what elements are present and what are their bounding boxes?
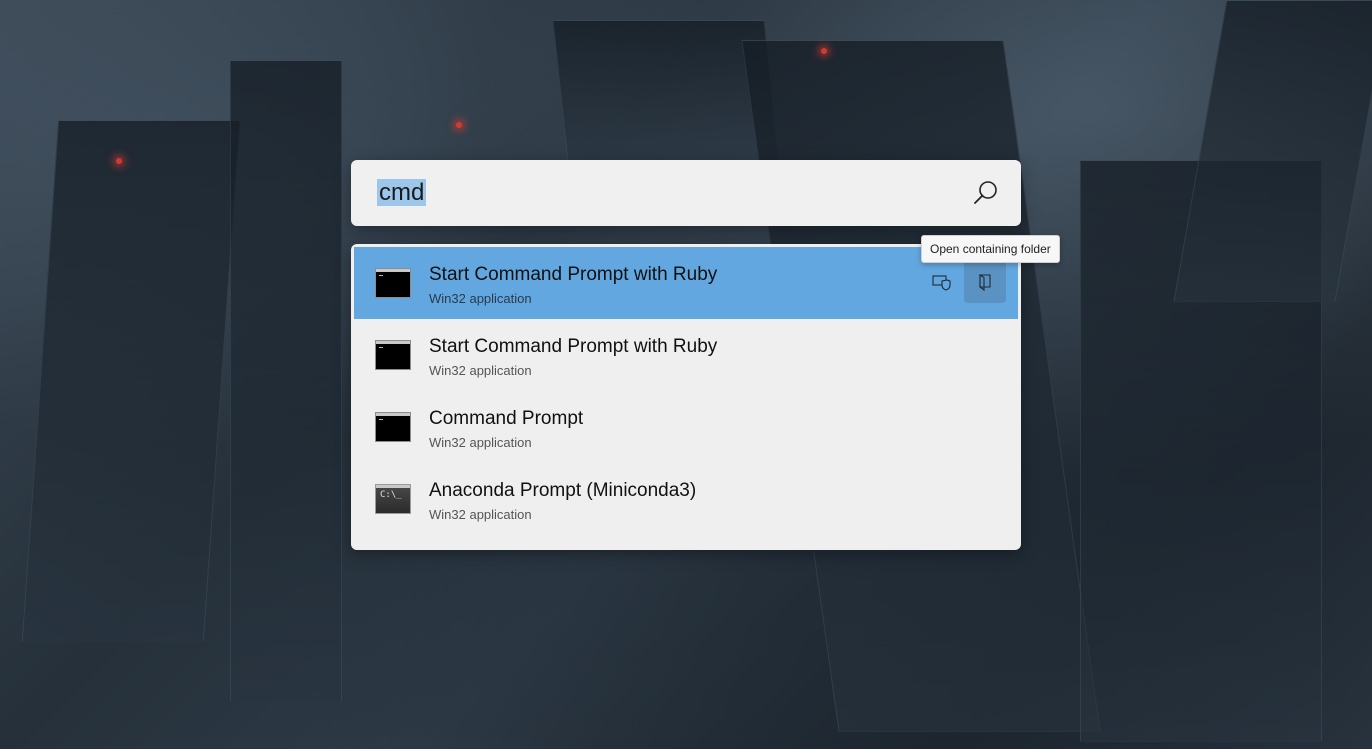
result-subtitle: Win32 application <box>429 363 532 378</box>
run-as-admin-button[interactable] <box>920 261 962 303</box>
wallpaper-light <box>821 48 827 54</box>
cmd-console-icon <box>375 340 411 370</box>
result-subtitle: Win32 application <box>429 435 532 450</box>
result-item[interactable]: Command Prompt Win32 application <box>354 391 1018 463</box>
search-query-text: cmd <box>377 179 427 206</box>
search-box[interactable]: cmd <box>351 160 1021 226</box>
anaconda-console-icon: C:\_ <box>375 484 411 514</box>
wallpaper-building <box>1173 0 1372 302</box>
shield-icon <box>932 275 951 291</box>
results-list: Start Command Prompt with Ruby Win32 app… <box>351 244 1021 550</box>
result-item[interactable]: C:\_ Anaconda Prompt (Miniconda3) Win32 … <box>354 463 1018 535</box>
result-item[interactable]: Start Command Prompt with Ruby Win32 app… <box>354 319 1018 391</box>
search-icon[interactable] <box>971 178 1001 208</box>
result-subtitle: Win32 application <box>429 507 532 522</box>
cmd-console-icon <box>375 268 411 298</box>
result-item[interactable]: Start Command Prompt with Ruby Win32 app… <box>354 247 1018 319</box>
search-input[interactable]: cmd <box>377 176 427 210</box>
cmd-console-icon <box>375 412 411 442</box>
tooltip: Open containing folder <box>921 235 1060 263</box>
result-title: Anaconda Prompt (Miniconda3) <box>429 480 697 501</box>
wallpaper-building <box>21 120 241 642</box>
result-subtitle: Win32 application <box>429 291 532 306</box>
open-containing-folder-button[interactable] <box>964 261 1006 303</box>
wallpaper-light <box>456 122 462 128</box>
wallpaper-building <box>230 60 342 702</box>
result-title: Start Command Prompt with Ruby <box>429 264 718 285</box>
result-title: Command Prompt <box>429 408 584 429</box>
result-title: Start Command Prompt with Ruby <box>429 336 718 357</box>
wallpaper-light <box>116 158 122 164</box>
folder-icon <box>979 274 991 292</box>
